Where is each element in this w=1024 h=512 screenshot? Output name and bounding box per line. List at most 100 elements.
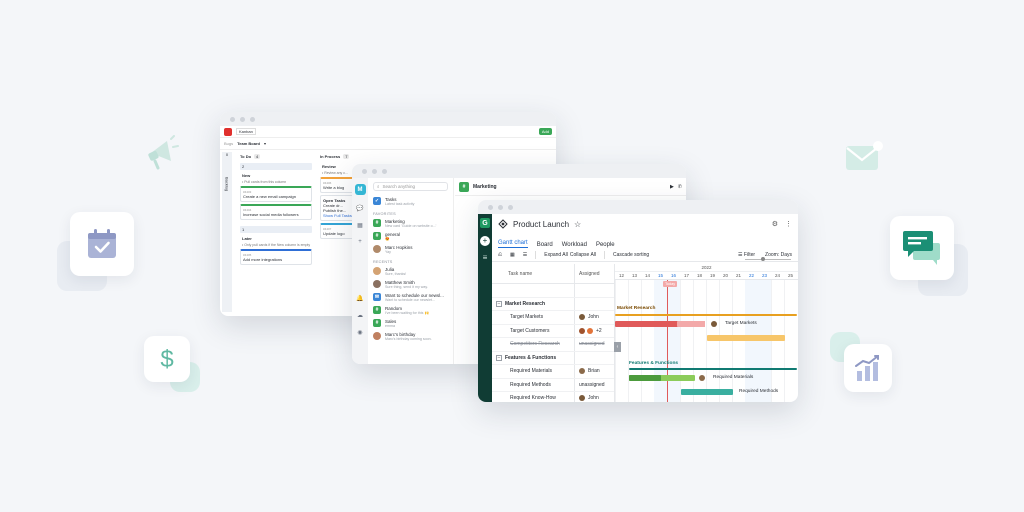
table-row[interactable]: Required Know-How John	[492, 392, 614, 402]
avatar	[699, 375, 705, 381]
scroll-left-icon[interactable]: ‹	[614, 342, 621, 352]
chat-item-julia[interactable]: Julia Sure, thanks!	[373, 267, 448, 276]
phone-icon[interactable]: ✆	[678, 184, 682, 190]
timeline-day: 19	[709, 273, 715, 278]
zoom-control[interactable]: Zoom: Days	[745, 252, 792, 261]
grid-line	[784, 280, 785, 402]
board-card[interactable]: #4403 Create a new email campaign	[240, 186, 312, 202]
table-row[interactable]: Required Methods unassigned	[492, 378, 614, 392]
task-assignee: John	[588, 314, 599, 321]
board-add-button[interactable]: Add	[538, 128, 552, 135]
board-backlog-strip[interactable]: 0 Backlog	[222, 152, 232, 312]
more-icon[interactable]: ⋮	[785, 220, 792, 228]
collapse-icon[interactable]: −	[496, 300, 502, 307]
chat-item-sales[interactable]: # Sales emma	[373, 319, 448, 328]
gantt-timeline: 2022 12 13 14 15 16 17 18 19 20 21 22 23 24 25 Today …	[614, 264, 798, 402]
lane-header[interactable]: 2	[240, 163, 312, 170]
collapse-all-button[interactable]: Collapse All	[570, 252, 596, 258]
task-assignee: +2	[596, 327, 602, 334]
chat-search-input[interactable]: ⌕ Search anything	[373, 182, 448, 191]
chat-logo[interactable]: M	[354, 184, 366, 195]
board-logo-icon	[224, 127, 232, 136]
collapse-icon[interactable]: −	[496, 354, 502, 361]
column-header: In Process 7	[320, 152, 366, 161]
toolbar-divider	[604, 250, 606, 259]
lane-title: Later	[242, 236, 252, 241]
star-icon[interactable]: ☆	[574, 220, 581, 229]
grid-line	[732, 280, 733, 402]
board-title[interactable]: Team Board	[237, 141, 260, 146]
group-bar-features[interactable]	[629, 368, 797, 370]
tab-workload[interactable]: Workload	[562, 242, 587, 248]
gantt-title-bar: Product Launch ☆ ⚙ ⋮	[492, 214, 798, 234]
task-bar-target-markets-tail[interactable]	[677, 321, 705, 327]
lane-header[interactable]: 1	[240, 226, 312, 233]
barchart-card	[844, 344, 892, 392]
chat-item-marc[interactable]: Marc Hopkins Yay	[373, 245, 448, 254]
table-row[interactable]: Required Materials Brian	[492, 365, 614, 379]
expand-all-button[interactable]: Expand All	[544, 252, 568, 258]
filter-label: Filter	[743, 251, 756, 258]
grid-line	[771, 280, 772, 402]
table-row[interactable]: Target Markets John	[492, 311, 614, 325]
tab-gantt-chart[interactable]: Gantt chart	[498, 240, 528, 248]
menu-icon[interactable]: ≡	[483, 254, 488, 262]
timeline-day: 12	[618, 273, 624, 278]
avatar	[579, 395, 585, 402]
tab-people[interactable]: People	[596, 242, 615, 248]
video-call-icon[interactable]: ▶	[670, 184, 674, 190]
board-backlog-label: Backlog	[224, 177, 230, 192]
project-icon	[498, 219, 508, 229]
table-row-group[interactable]: − Market Research	[492, 297, 614, 311]
zoom-slider[interactable]	[745, 258, 792, 260]
card-text: Increase social media followers	[243, 212, 299, 217]
group-bar-market-research[interactable]	[615, 314, 797, 316]
chat-item-preview: Yay	[385, 250, 391, 254]
chat-item-tasks[interactable]: ✓ Tasks Latest task activity	[373, 197, 448, 206]
table-row[interactable]: Target Customers +2	[492, 324, 614, 338]
chat-item-birthday[interactable]: Marc's birthday Marc's birthday coming so…	[373, 332, 448, 341]
board-card[interactable]: #4404 Increase social media followers	[240, 204, 312, 220]
gantt-logo[interactable]: G	[480, 218, 490, 228]
chat-item-marketing[interactable]: # Marketing New card 'Guide on website o.…	[373, 219, 448, 228]
col-task-name[interactable]: Task name	[492, 271, 574, 277]
settings-sliders-icon[interactable]: ⚙	[772, 220, 778, 228]
board-workspace: Bugs	[224, 141, 234, 146]
today-marker[interactable]: Today	[663, 281, 678, 287]
grid-line	[693, 280, 694, 402]
chat-add-icon[interactable]: +	[358, 239, 362, 245]
board-title-caret-icon[interactable]: ▾	[264, 141, 266, 146]
chat-item-preview: Sure, thanks!	[385, 272, 407, 276]
task-bar-target-customers[interactable]	[707, 335, 785, 341]
chat-item-newsletter[interactable]: ✉ Want to schedule our newsl... Want to s…	[373, 293, 448, 302]
calendar-check-icon	[88, 229, 116, 258]
chat-cloud-icon[interactable]: ☁	[357, 312, 363, 319]
chat-help-icon[interactable]: ◉	[357, 329, 362, 336]
zoom-slider-handle[interactable]	[761, 256, 766, 261]
undo-icon[interactable]: ⎌	[498, 252, 502, 258]
cascade-sorting-button[interactable]: Cascade sorting	[613, 252, 649, 258]
add-icon[interactable]: +	[480, 236, 490, 246]
task-name: Target Customers	[510, 327, 550, 334]
chat-bubble-icon[interactable]: 💬	[356, 205, 363, 212]
table-row-group[interactable]: − Features & Functions	[492, 351, 614, 365]
group-bar-label: Market Research	[617, 306, 656, 311]
task-name: Market Research	[505, 300, 546, 307]
board-view-label[interactable]: Kanban	[236, 128, 256, 135]
timeline-day: 22	[748, 273, 754, 278]
layers-icon[interactable]: ☰	[523, 252, 527, 258]
chat-bell-icon[interactable]: 🔔	[356, 295, 363, 302]
chat-item-random[interactable]: # Random I've been waiting for this 🙌	[373, 306, 448, 315]
col-assigned[interactable]: Assigned	[574, 264, 614, 283]
board-card[interactable]: #4405 Add more integrations	[240, 249, 312, 265]
chat-contacts-icon[interactable]: ▦	[357, 222, 363, 229]
filter-button[interactable]: ☰ Filter	[738, 252, 755, 258]
calendar-icon[interactable]: ▦	[510, 252, 515, 258]
task-name: Required Methods	[510, 381, 551, 388]
chat-item-general[interactable]: # general 😍	[373, 232, 448, 241]
task-bar-required-materials-done[interactable]	[629, 375, 661, 381]
tab-board[interactable]: Board	[537, 242, 553, 248]
chat-item-matthew[interactable]: Matthew Smith Sure thing, send it my way.	[373, 280, 448, 289]
task-bar-required-methods[interactable]	[681, 389, 733, 395]
table-row[interactable]: Competitors Research unassigned	[492, 338, 614, 352]
